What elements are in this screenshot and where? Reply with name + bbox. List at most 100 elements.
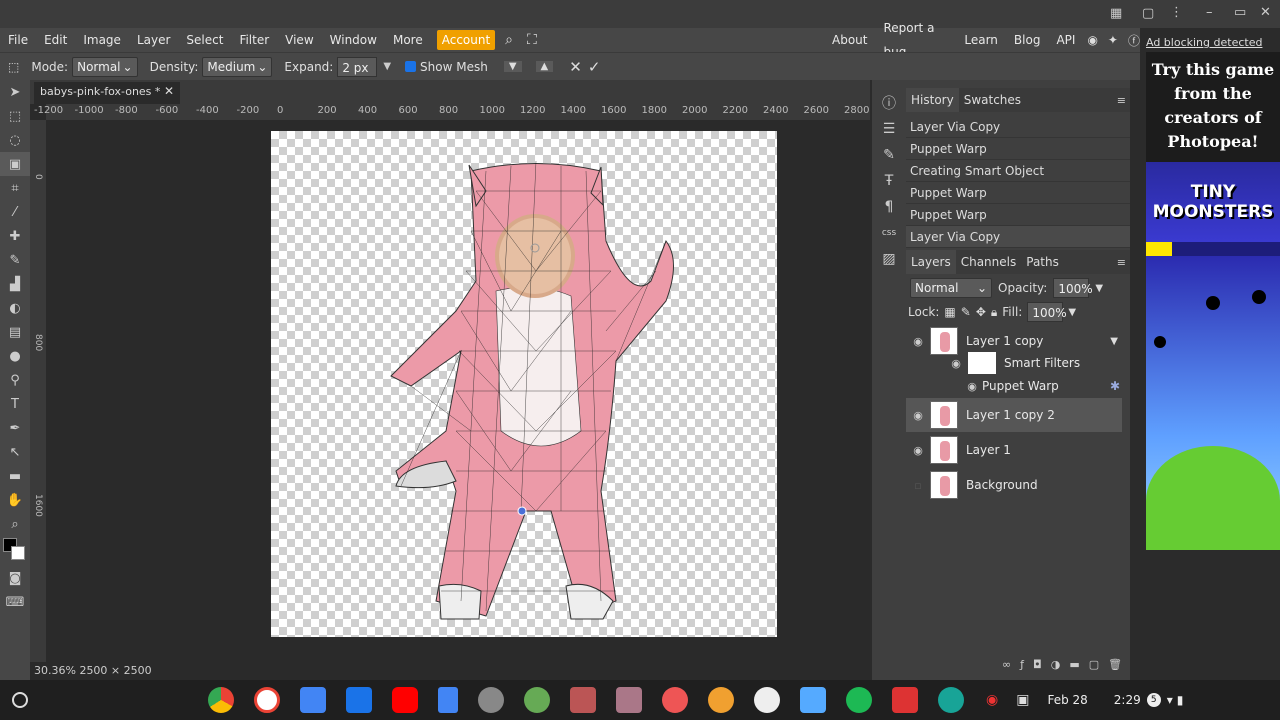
ad-blocking-link[interactable]: Ad blocking detected [1146, 36, 1262, 49]
layer-row-selected[interactable]: ◉ Layer 1 copy 2 [906, 398, 1122, 432]
adjustment-layer-icon[interactable]: ◑ [1051, 658, 1061, 671]
pin-depth-down-button[interactable]: ▼ [503, 61, 522, 72]
visibility-eye-icon[interactable]: ◉ [944, 357, 968, 370]
menu-learn[interactable]: Learn [956, 28, 1006, 52]
reddit-icon[interactable]: ◉ [1087, 33, 1097, 47]
collapse-handle[interactable] [872, 80, 906, 90]
calendar-app-icon[interactable] [300, 687, 326, 713]
expand-dropdown-icon[interactable]: ▼ [383, 61, 391, 72]
eraser-tool-icon[interactable]: ◐ [0, 296, 30, 320]
menu-more[interactable]: More [385, 28, 431, 52]
lock-pixels-icon[interactable]: ✎ [961, 305, 971, 319]
minimize-icon[interactable]: – [1206, 5, 1213, 20]
battery-icon[interactable]: ▮ [1177, 693, 1184, 707]
cancel-icon[interactable]: ✕ [569, 58, 582, 76]
canvas[interactable] [271, 131, 777, 637]
document-tab[interactable]: babys-pink-fox-ones * [34, 82, 180, 104]
density-select[interactable]: Medium ⌄ [202, 56, 273, 77]
opacity-dropdown-icon[interactable]: ▼ [1095, 283, 1103, 294]
history-item-current[interactable]: Layer Via Copy [906, 226, 1130, 248]
time-label[interactable]: 2:29 [1114, 693, 1141, 707]
zoom-tool-icon[interactable]: ⌕ [0, 512, 30, 536]
background-color[interactable] [11, 546, 25, 560]
expand-input[interactable]: 2 px [337, 56, 378, 77]
settings-icon[interactable] [478, 687, 504, 713]
maximize-icon[interactable]: ▭ [1234, 5, 1246, 20]
puppet-pin-selected[interactable] [517, 506, 527, 516]
clipboard-icon[interactable]: ▣ [1016, 692, 1029, 708]
app-icon[interactable] [754, 687, 780, 713]
notification-badge[interactable]: 5 [1146, 693, 1161, 707]
app-icon[interactable] [616, 687, 642, 713]
wifi-icon[interactable]: ▾ [1167, 693, 1173, 707]
show-mesh-checkbox[interactable] [405, 61, 417, 72]
panel-collapse-handle[interactable] [906, 80, 1130, 88]
lock-position-icon[interactable]: ✥ [976, 305, 986, 319]
type-tool-icon[interactable]: T [0, 392, 30, 416]
shape-tool-icon[interactable]: ▬ [0, 464, 30, 488]
image-icon[interactable]: ▨ [872, 246, 906, 272]
brush-settings-icon[interactable]: ✎ [872, 142, 906, 168]
menu-window[interactable]: Window [322, 28, 385, 52]
gmail-icon[interactable] [254, 687, 280, 713]
photopea-icon[interactable] [938, 687, 964, 713]
app-icon[interactable] [892, 687, 918, 713]
new-layer-icon[interactable]: ▢ [1089, 658, 1099, 671]
visibility-eye-icon[interactable]: ◉ [906, 335, 930, 348]
history-item[interactable]: Creating Smart Object [906, 160, 1130, 182]
quick-mask-icon[interactable]: ◙ [0, 566, 30, 590]
tab-history[interactable]: History [906, 88, 959, 112]
account-button[interactable]: Account [436, 30, 496, 50]
fullscreen-icon[interactable]: ⛶ [527, 32, 537, 48]
twitter-icon[interactable]: ✦ [1108, 33, 1118, 47]
visibility-eye-icon[interactable]: ◉ [906, 409, 930, 422]
commit-icon[interactable]: ✓ [588, 58, 601, 76]
files-icon[interactable] [346, 687, 372, 713]
info-icon[interactable]: ⓘ [872, 90, 906, 116]
more-vert-icon[interactable]: ⋮ [1170, 5, 1183, 20]
search-icon[interactable]: ⌕ [505, 32, 513, 48]
chrome-icon[interactable] [208, 687, 234, 713]
visibility-eye-icon[interactable]: ◉ [962, 380, 982, 393]
stamp-tool-icon[interactable]: ▟ [0, 272, 30, 296]
history-item[interactable]: Layer Via Copy [906, 116, 1130, 138]
calendar-icon[interactable]: ▦ [1110, 6, 1122, 21]
lock-transparency-icon[interactable]: ▦ [944, 305, 955, 319]
puppet-warp-filter-row[interactable]: ◉ Puppet Warp ✱ [962, 374, 1122, 398]
blur-tool-icon[interactable]: ● [0, 344, 30, 368]
smart-filters-row[interactable]: ◉ Smart Filters [944, 350, 1122, 376]
layer-effects-icon[interactable]: ƒ [1020, 658, 1024, 671]
fill-dropdown-icon[interactable]: ▼ [1068, 307, 1076, 318]
menu-filter[interactable]: Filter [231, 28, 277, 52]
pen-tool-icon[interactable]: ✒ [0, 416, 30, 440]
close-tab-icon[interactable]: ✕ [164, 84, 174, 98]
eyedropper-tool-icon[interactable]: ⁄ [0, 200, 30, 224]
layer-row[interactable]: ▫ Background [906, 468, 1122, 502]
dodge-tool-icon[interactable]: ⚲ [0, 368, 30, 392]
pin-depth-up-button[interactable]: ▲ [535, 61, 554, 72]
date-label[interactable]: Feb 28 [1047, 693, 1087, 707]
tab-paths[interactable]: Paths [1021, 250, 1064, 274]
history-item[interactable]: Puppet Warp [906, 138, 1130, 160]
marquee-tool-icon[interactable]: ⬚ [0, 104, 30, 128]
menu-select[interactable]: Select [178, 28, 231, 52]
panel-menu-icon[interactable]: ≡ [1117, 94, 1126, 107]
menu-file[interactable]: File [0, 28, 36, 52]
quick-select-tool-icon[interactable]: ▣ [0, 152, 30, 176]
crop-tool-icon[interactable]: ⌗ [0, 176, 30, 200]
tab-channels[interactable]: Channels [956, 250, 1022, 274]
adjustments-icon[interactable]: ☰ [872, 116, 906, 142]
path-select-tool-icon[interactable]: ↖ [0, 440, 30, 464]
tab-layers[interactable]: Layers [906, 250, 956, 274]
menu-blog[interactable]: Blog [1006, 28, 1049, 52]
expand-filters-icon[interactable]: ▼ [1110, 336, 1118, 347]
facebook-icon[interactable]: ⓕ [1128, 32, 1140, 49]
blend-mode-select[interactable]: Normal ⌄ [910, 278, 992, 298]
tab-swatches[interactable]: Swatches [959, 88, 1026, 112]
link-layers-icon[interactable]: ∞ [1002, 658, 1011, 671]
panel-menu-icon[interactable]: ≡ [1117, 256, 1126, 269]
app-icon[interactable] [524, 687, 550, 713]
visibility-eye-icon[interactable]: ◉ [906, 444, 930, 457]
move-tool-icon[interactable]: ➤ [0, 80, 30, 104]
delete-layer-icon[interactable]: 🗑︎ [1108, 658, 1122, 671]
